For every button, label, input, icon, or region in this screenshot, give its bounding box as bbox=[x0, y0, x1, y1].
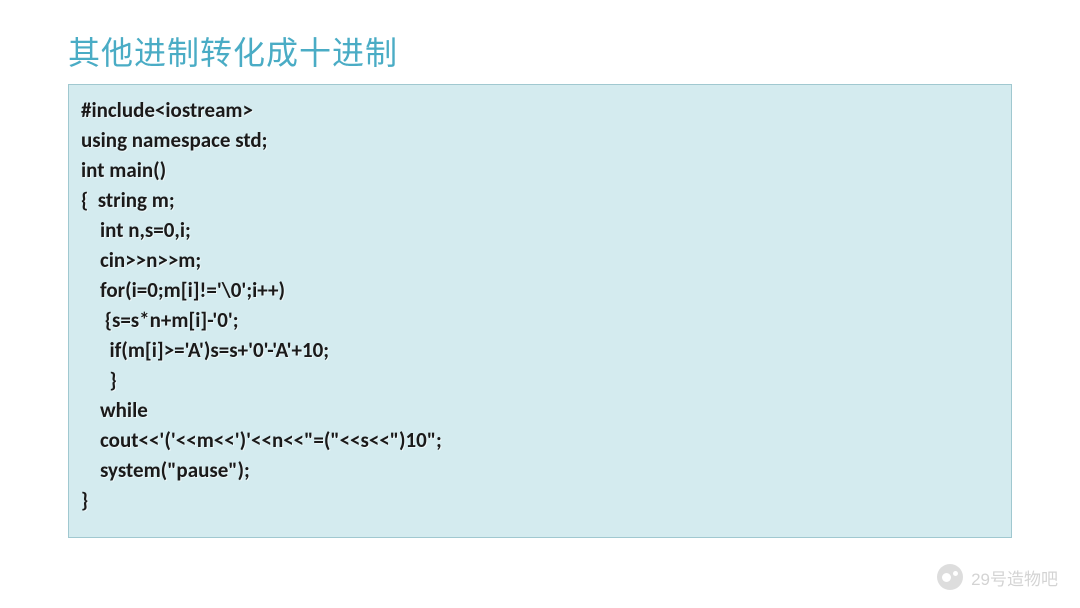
slide-title: 其他进制转化成十进制 bbox=[68, 28, 398, 74]
watermark-text: 29号造物吧 bbox=[971, 565, 1058, 590]
code-block: #include<iostream> using namespace std; … bbox=[68, 84, 1012, 538]
wechat-icon bbox=[937, 564, 963, 590]
code-line: { string m; bbox=[81, 185, 999, 215]
code-line: using namespace std; bbox=[81, 125, 999, 155]
code-line: #include<iostream> bbox=[81, 95, 999, 125]
code-line: } bbox=[81, 365, 999, 395]
code-line: if(m[i]>='A')s=s+'0'-'A'+10; bbox=[81, 335, 999, 365]
code-line: cout<<'('<<m<<')'<<n<<"=("<<s<<")10"; bbox=[81, 425, 999, 455]
code-line: int n,s=0,i; bbox=[81, 215, 999, 245]
code-line: } bbox=[81, 485, 999, 515]
code-line: for(i=0;m[i]!='\0';i++) bbox=[81, 275, 999, 305]
code-line: system("pause"); bbox=[81, 455, 999, 485]
code-line: {s=s*n+m[i]-'0'; bbox=[81, 305, 999, 335]
code-line: int main() bbox=[81, 155, 999, 185]
watermark: 29号造物吧 bbox=[937, 564, 1058, 590]
code-line: while bbox=[81, 395, 999, 425]
code-line: cin>>n>>m; bbox=[81, 245, 999, 275]
